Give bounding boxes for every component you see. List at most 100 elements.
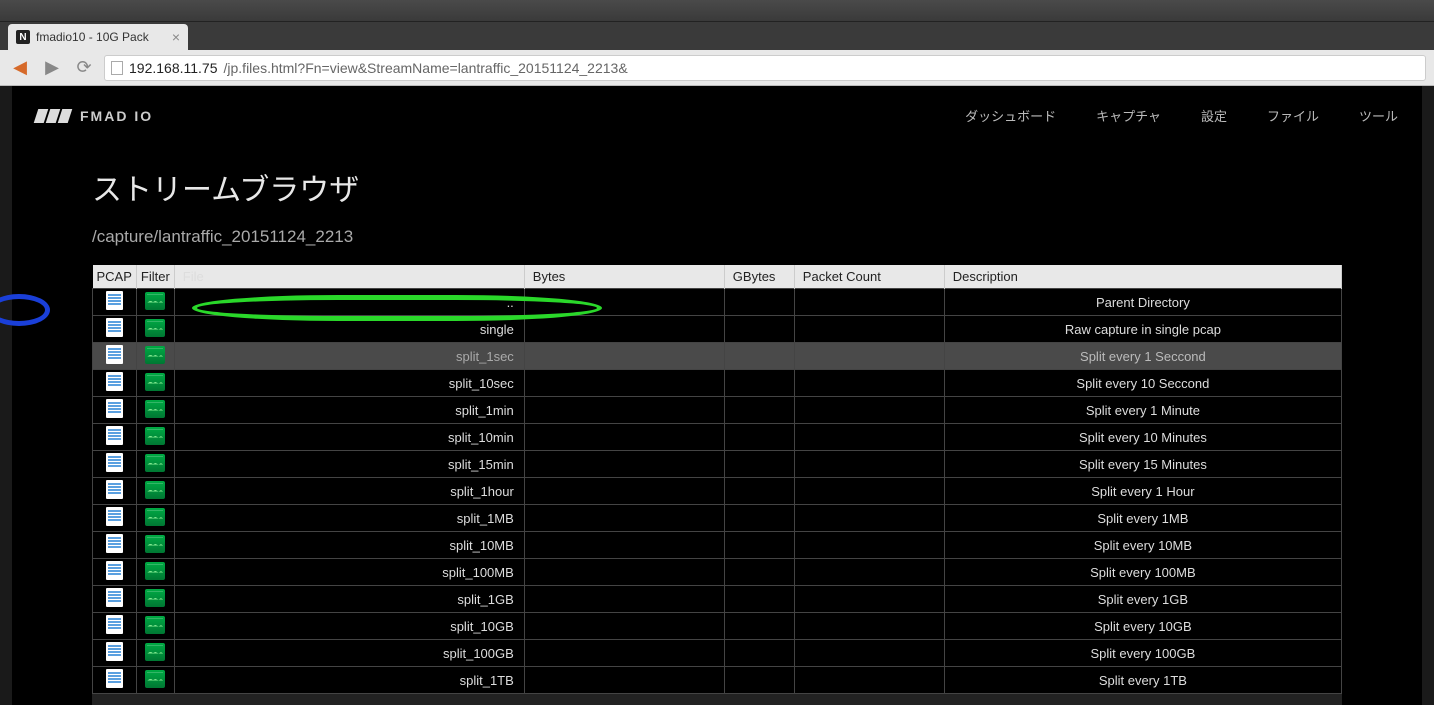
pcap-file-icon xyxy=(106,534,123,553)
bytes-cell xyxy=(524,343,724,370)
brand-logo[interactable]: FMAD IO xyxy=(36,108,153,124)
file-cell: split_1hour xyxy=(174,478,524,505)
stream-table: PCAP Filter File Bytes GBytes Packet Cou… xyxy=(92,265,1342,694)
file-cell: split_15min xyxy=(174,451,524,478)
filter-cell[interactable] xyxy=(136,451,174,478)
gbytes-cell xyxy=(724,505,794,532)
table-row[interactable]: split_10minSplit every 10 Minutes xyxy=(93,424,1342,451)
gbytes-cell xyxy=(724,424,794,451)
filter-cell[interactable] xyxy=(136,397,174,424)
table-row[interactable]: split_1min Split every 1 Minute xyxy=(93,397,1342,424)
url-path: /jp.files.html?Fn=view&StreamName=lantra… xyxy=(224,60,628,76)
filter-cell[interactable] xyxy=(136,532,174,559)
table-row[interactable]: split_1GBSplit every 1GB xyxy=(93,586,1342,613)
description-cell: Split every 1MB xyxy=(944,505,1341,532)
gbytes-cell xyxy=(724,343,794,370)
back-button[interactable]: ◀ xyxy=(8,56,32,80)
table-row[interactable]: split_1hourSplit every 1 Hour xyxy=(93,478,1342,505)
packet-count-cell xyxy=(794,478,944,505)
gbytes-cell xyxy=(724,316,794,343)
table-row[interactable]: split_1MB Split every 1MB xyxy=(93,505,1342,532)
pcap-cell[interactable] xyxy=(93,667,137,694)
pcap-cell[interactable] xyxy=(93,424,137,451)
table-row[interactable]: split_10GBSplit every 10GB xyxy=(93,613,1342,640)
pcap-cell[interactable] xyxy=(93,397,137,424)
waveform-icon xyxy=(145,643,165,661)
gbytes-cell xyxy=(724,586,794,613)
waveform-icon xyxy=(145,427,165,445)
bytes-cell xyxy=(524,640,724,667)
reload-button[interactable]: ⟳ xyxy=(72,56,96,80)
table-row[interactable]: split_1secSplit every 1 Seccond xyxy=(93,343,1342,370)
pcap-cell[interactable] xyxy=(93,451,137,478)
packet-count-cell xyxy=(794,397,944,424)
pcap-cell[interactable] xyxy=(93,613,137,640)
filter-cell[interactable] xyxy=(136,559,174,586)
close-icon[interactable]: × xyxy=(172,29,180,45)
filter-cell[interactable] xyxy=(136,370,174,397)
file-cell: split_1min xyxy=(174,397,524,424)
nav-settings[interactable]: 設定 xyxy=(1201,106,1227,125)
pcap-cell[interactable] xyxy=(93,532,137,559)
table-row[interactable]: split_100GBSplit every 100GB xyxy=(93,640,1342,667)
file-cell: split_10sec xyxy=(174,370,524,397)
url-input[interactable]: 192.168.11.75/jp.files.html?Fn=view&Stre… xyxy=(104,55,1426,81)
bytes-cell xyxy=(524,316,724,343)
pcap-cell[interactable] xyxy=(93,505,137,532)
filter-cell[interactable] xyxy=(136,478,174,505)
table-row[interactable]: singleRaw capture in single pcap xyxy=(93,316,1342,343)
bytes-cell xyxy=(524,505,724,532)
nav-dashboard[interactable]: ダッシュボード xyxy=(965,106,1056,125)
filter-cell[interactable] xyxy=(136,424,174,451)
table-row[interactable]: split_10sec Split every 10 Seccond xyxy=(93,370,1342,397)
pcap-cell[interactable] xyxy=(93,343,137,370)
waveform-icon xyxy=(145,346,165,364)
packet-count-cell xyxy=(794,559,944,586)
nav-capture[interactable]: キャプチャ xyxy=(1096,106,1161,125)
pcap-file-icon xyxy=(106,399,123,418)
description-cell: Split every 1TB xyxy=(944,667,1341,694)
pcap-file-icon xyxy=(106,345,123,364)
filter-cell[interactable] xyxy=(136,613,174,640)
description-cell: Split every 1 Minute xyxy=(944,397,1341,424)
description-cell: Split every 100GB xyxy=(944,640,1341,667)
file-cell: split_10MB xyxy=(174,532,524,559)
pcap-cell[interactable] xyxy=(93,586,137,613)
table-row[interactable]: split_15minSplit every 15 Minutes xyxy=(93,451,1342,478)
pcap-cell[interactable] xyxy=(93,640,137,667)
nav-file[interactable]: ファイル xyxy=(1267,106,1319,125)
tab-title: fmadio10 - 10G Pack xyxy=(36,30,149,44)
waveform-icon xyxy=(145,373,165,391)
filter-cell[interactable] xyxy=(136,586,174,613)
page-body: FMAD IO ダッシュボード キャプチャ 設定 ファイル ツール ストリームブ… xyxy=(0,86,1434,705)
forward-button[interactable]: ▶ xyxy=(40,56,64,80)
table-row[interactable]: split_100MBSplit every 100MB xyxy=(93,559,1342,586)
filter-cell[interactable] xyxy=(136,343,174,370)
table-row[interactable]: split_10MBSplit every 10MB xyxy=(93,532,1342,559)
description-cell: Split every 10 Seccond xyxy=(944,370,1341,397)
pcap-cell[interactable] xyxy=(93,478,137,505)
file-cell: split_1sec xyxy=(174,343,524,370)
waveform-icon xyxy=(145,535,165,553)
filter-cell[interactable] xyxy=(136,505,174,532)
table-row[interactable]: ..Parent Directory xyxy=(93,289,1342,316)
bytes-cell xyxy=(524,289,724,316)
browser-tab[interactable]: N fmadio10 - 10G Pack × xyxy=(8,24,188,50)
pcap-file-icon xyxy=(106,372,123,391)
pcap-cell[interactable] xyxy=(93,370,137,397)
filter-cell[interactable] xyxy=(136,667,174,694)
table-row[interactable]: split_1TBSplit every 1TB xyxy=(93,667,1342,694)
pcap-cell[interactable] xyxy=(93,316,137,343)
filter-cell[interactable] xyxy=(136,316,174,343)
nav-tool[interactable]: ツール xyxy=(1359,106,1398,125)
pcap-cell[interactable] xyxy=(93,559,137,586)
file-cell: split_1MB xyxy=(174,505,524,532)
filter-cell[interactable] xyxy=(136,640,174,667)
gbytes-cell xyxy=(724,559,794,586)
description-cell: Parent Directory xyxy=(944,289,1341,316)
filter-cell[interactable] xyxy=(136,289,174,316)
packet-count-cell xyxy=(794,316,944,343)
waveform-icon xyxy=(145,319,165,337)
window-titlebar xyxy=(0,0,1434,22)
pcap-cell[interactable] xyxy=(93,289,137,316)
